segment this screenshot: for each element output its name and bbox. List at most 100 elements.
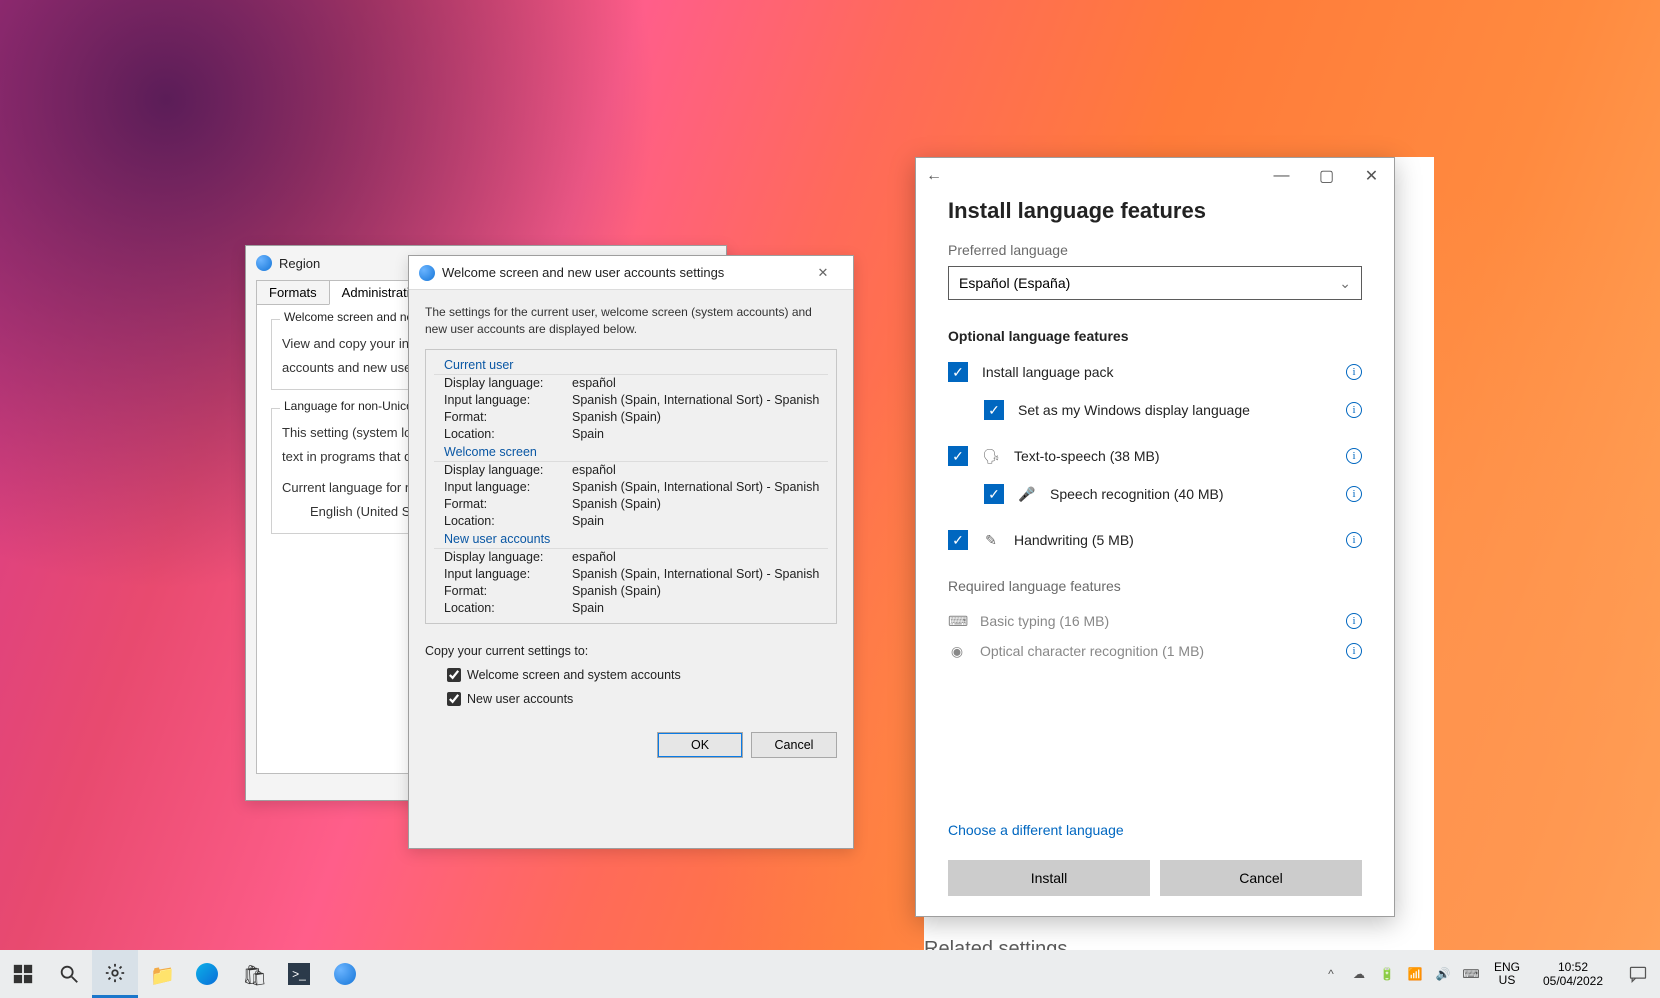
chk-welcome-label: Welcome screen and system accounts bbox=[467, 668, 681, 682]
value-display: español bbox=[572, 376, 616, 390]
action-center-button[interactable] bbox=[1618, 964, 1658, 984]
search-button[interactable] bbox=[46, 950, 92, 998]
clock-time: 10:52 bbox=[1558, 960, 1588, 974]
label-input: Input language: bbox=[444, 567, 572, 581]
tray-overflow[interactable]: ^ bbox=[1318, 950, 1344, 998]
group-title-1: Welcome screen and new bbox=[280, 310, 426, 324]
preferred-language-label: Preferred language bbox=[948, 242, 1362, 258]
value-display: español bbox=[572, 550, 616, 564]
tts-icon: 🗣 bbox=[982, 448, 1000, 465]
chk-tts[interactable] bbox=[948, 446, 968, 466]
welcome-desc: The settings for the current user, welco… bbox=[425, 304, 837, 339]
group-title-2: Language for non-Unicod bbox=[280, 399, 423, 413]
chevron-down-icon: ⌄ bbox=[1339, 275, 1351, 292]
store-icon: 🛍 bbox=[242, 963, 264, 985]
choose-different-language-link[interactable]: Choose a different language bbox=[948, 822, 1124, 838]
cancel-button[interactable]: Cancel bbox=[751, 732, 837, 758]
info-icon[interactable]: i bbox=[1346, 613, 1362, 629]
language-indicator[interactable]: ENG US bbox=[1486, 961, 1528, 987]
value-input: Spanish (Spain, International Sort) - Sp… bbox=[572, 393, 819, 407]
value-location: Spain bbox=[572, 514, 604, 528]
feature-label: Install language pack bbox=[982, 364, 1114, 380]
globe-icon bbox=[256, 255, 272, 271]
chk-welcome-input[interactable] bbox=[447, 668, 461, 682]
edge-button[interactable] bbox=[184, 950, 230, 998]
feature-label: Set as my Windows display language bbox=[1018, 402, 1250, 418]
chk-new-user[interactable]: New user accounts bbox=[447, 692, 837, 706]
required-label: Basic typing (16 MB) bbox=[980, 613, 1109, 629]
required-label: Optical character recognition (1 MB) bbox=[980, 643, 1204, 659]
feature-tts: 🗣 Text-to-speech (38 MB) i bbox=[948, 440, 1362, 472]
lang-titlebar: ← — ▢ ✕ bbox=[916, 158, 1394, 194]
app-button[interactable] bbox=[322, 950, 368, 998]
info-icon[interactable]: i bbox=[1346, 402, 1362, 418]
welcome-titlebar[interactable]: Welcome screen and new user accounts set… bbox=[409, 256, 853, 290]
close-button[interactable]: ✕ bbox=[803, 256, 843, 289]
value-format: Spanish (Spain) bbox=[572, 410, 661, 424]
value-format: Spanish (Spain) bbox=[572, 584, 661, 598]
chk-newuser-input[interactable] bbox=[447, 692, 461, 706]
keyboard-tray-icon[interactable]: ⌨ bbox=[1458, 950, 1484, 998]
minimize-button[interactable]: — bbox=[1259, 159, 1304, 193]
install-language-modal: ← — ▢ ✕ Install language features Prefer… bbox=[915, 157, 1395, 917]
label-display: Display language: bbox=[444, 550, 572, 564]
chk-speech[interactable] bbox=[984, 484, 1004, 504]
ok-button[interactable]: OK bbox=[657, 732, 743, 758]
settings-taskbar-button[interactable] bbox=[92, 950, 138, 998]
folder-icon: 📁 bbox=[150, 963, 172, 985]
label-format: Format: bbox=[444, 584, 572, 598]
required-ocr: ◉ Optical character recognition (1 MB) i bbox=[948, 636, 1362, 666]
info-icon[interactable]: i bbox=[1346, 486, 1362, 502]
ocr-icon: ◉ bbox=[948, 643, 966, 660]
info-icon[interactable]: i bbox=[1346, 643, 1362, 659]
volume-icon[interactable]: 🔊 bbox=[1430, 950, 1456, 998]
feature-set-display: Set as my Windows display language i bbox=[948, 394, 1362, 426]
lang-line2: US bbox=[1499, 974, 1516, 987]
chk-handwriting[interactable] bbox=[948, 530, 968, 550]
region-title: Region bbox=[279, 256, 320, 271]
back-button[interactable]: ← bbox=[926, 167, 952, 185]
value-display: español bbox=[572, 463, 616, 477]
start-button[interactable] bbox=[0, 950, 46, 998]
label-format: Format: bbox=[444, 410, 572, 424]
value-location: Spain bbox=[572, 601, 604, 615]
feature-label: Handwriting (5 MB) bbox=[1014, 532, 1134, 548]
edge-icon bbox=[196, 963, 218, 985]
info-icon[interactable]: i bbox=[1346, 448, 1362, 464]
onedrive-icon[interactable]: ☁ bbox=[1346, 950, 1372, 998]
required-basic-typing: ⌨ Basic typing (16 MB) i bbox=[948, 606, 1362, 636]
cancel-button[interactable]: Cancel bbox=[1160, 860, 1362, 896]
info-icon[interactable]: i bbox=[1346, 532, 1362, 548]
store-button[interactable]: 🛍 bbox=[230, 950, 276, 998]
tab-formats[interactable]: Formats bbox=[256, 280, 330, 305]
chk-newuser-label: New user accounts bbox=[467, 692, 573, 706]
clock-date: 05/04/2022 bbox=[1543, 974, 1603, 988]
handwriting-icon: ✎ bbox=[982, 532, 1000, 549]
optional-features-header: Optional language features bbox=[948, 328, 1362, 344]
label-location: Location: bbox=[444, 427, 572, 441]
language-select[interactable]: Español (España) ⌄ bbox=[948, 266, 1362, 300]
required-features-header: Required language features bbox=[948, 578, 1362, 594]
terminal-button[interactable]: >_ bbox=[276, 950, 322, 998]
file-explorer-button[interactable]: 📁 bbox=[138, 950, 184, 998]
battery-icon[interactable]: 🔋 bbox=[1374, 950, 1400, 998]
value-input: Spanish (Spain, International Sort) - Sp… bbox=[572, 567, 819, 581]
welcome-title: Welcome screen and new user accounts set… bbox=[442, 265, 724, 280]
close-button[interactable]: ✕ bbox=[1349, 159, 1394, 193]
chk-welcome-screen[interactable]: Welcome screen and system accounts bbox=[447, 668, 837, 682]
label-input: Input language: bbox=[444, 393, 572, 407]
clock[interactable]: 10:52 05/04/2022 bbox=[1530, 960, 1616, 989]
chk-language-pack[interactable] bbox=[948, 362, 968, 382]
section-new-user: New user accounts bbox=[434, 530, 828, 549]
label-display: Display language: bbox=[444, 376, 572, 390]
windows-icon bbox=[12, 963, 34, 985]
install-button[interactable]: Install bbox=[948, 860, 1150, 896]
label-format: Format: bbox=[444, 497, 572, 511]
info-icon[interactable]: i bbox=[1346, 364, 1362, 380]
mic-icon: 🎤 bbox=[1018, 486, 1036, 503]
maximize-button[interactable]: ▢ bbox=[1304, 159, 1349, 193]
feature-label: Speech recognition (40 MB) bbox=[1050, 486, 1224, 502]
wifi-icon[interactable]: 📶 bbox=[1402, 950, 1428, 998]
chk-set-display[interactable] bbox=[984, 400, 1004, 420]
globe-icon bbox=[419, 265, 435, 281]
